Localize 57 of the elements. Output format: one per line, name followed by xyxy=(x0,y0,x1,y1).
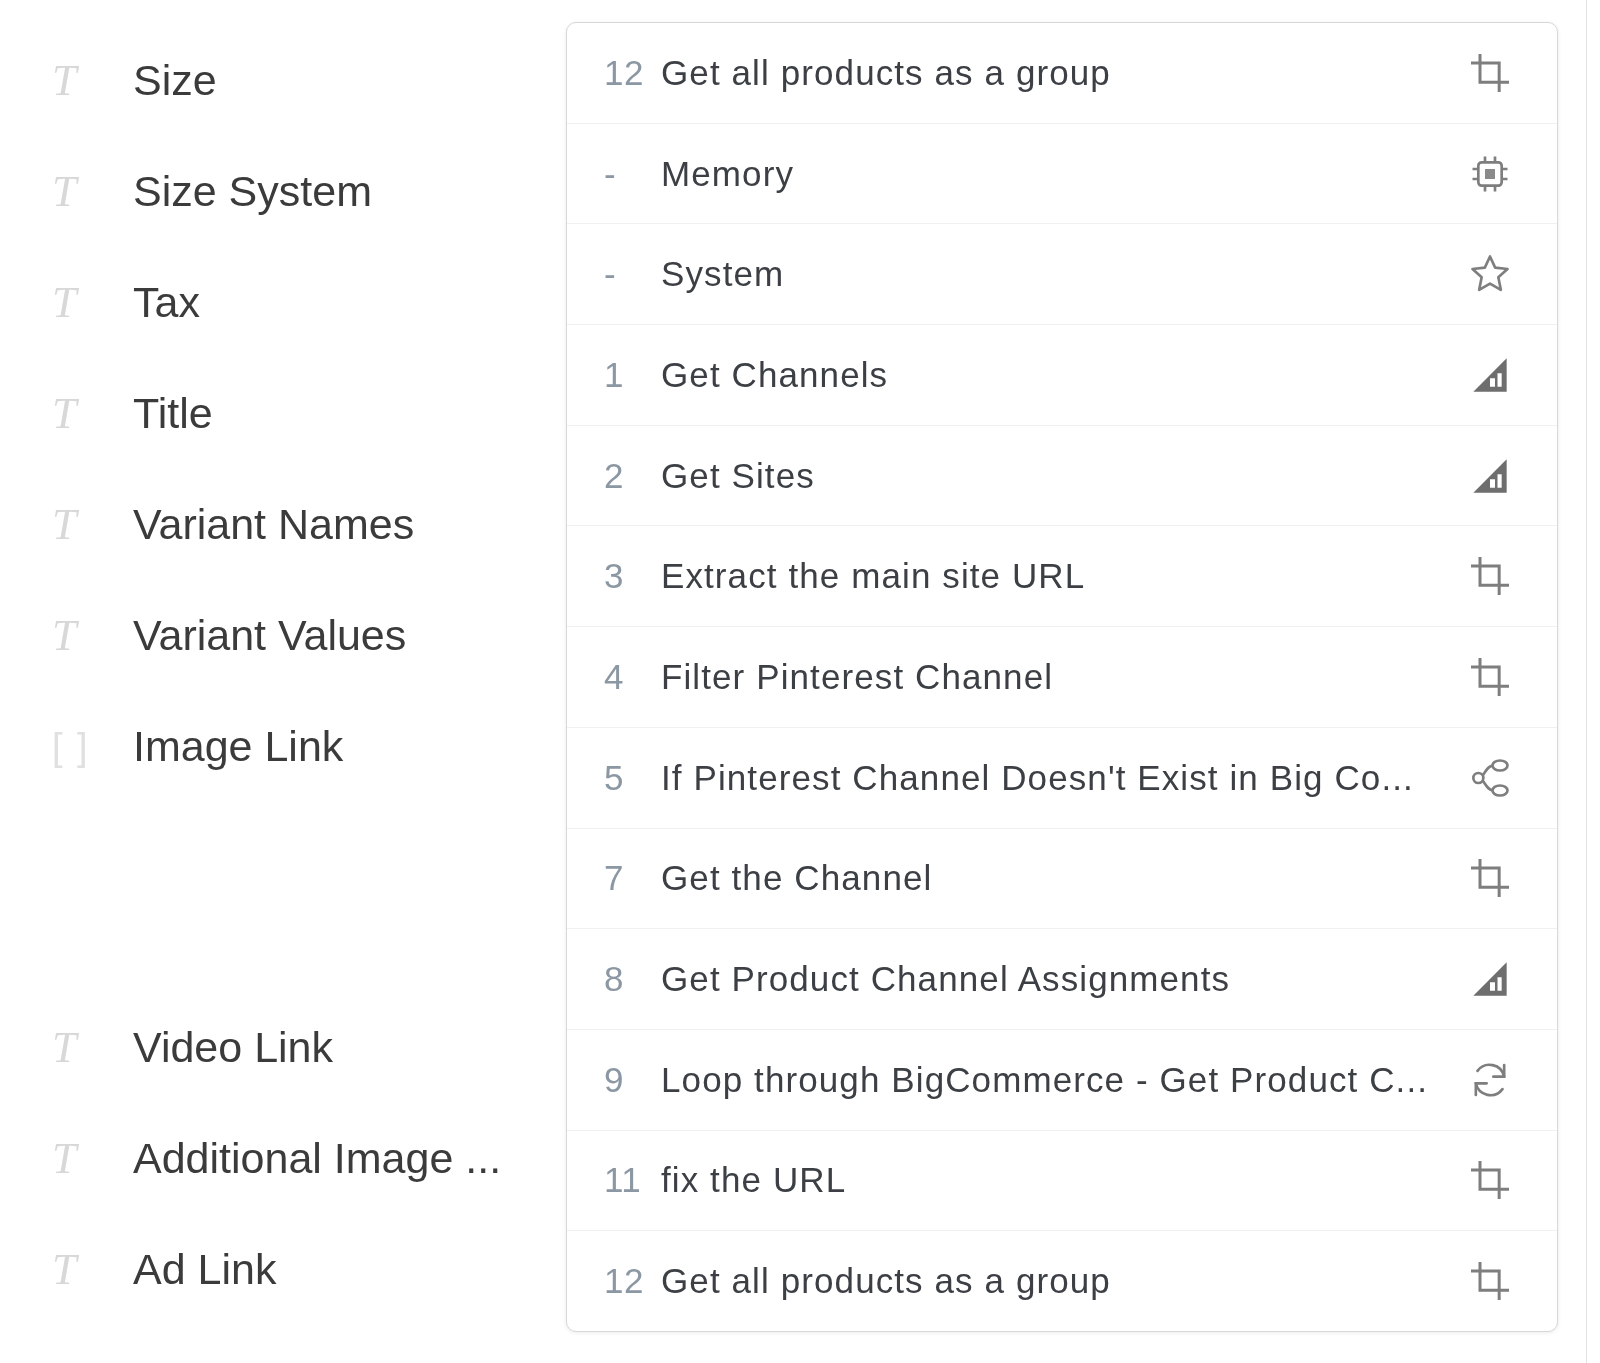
step-label: System xyxy=(661,254,785,295)
step-number: 12 xyxy=(604,52,644,93)
step-label: Extract the main site URL xyxy=(661,556,1086,597)
field-label: Video Link xyxy=(133,1021,334,1073)
menu-item[interactable]: 4 Filter Pinterest Channel xyxy=(567,627,1557,728)
step-label: Get Sites xyxy=(661,455,815,496)
bracket-icon: [ ] xyxy=(52,727,90,766)
menu-item[interactable]: 2 Get Sites xyxy=(567,425,1557,527)
step-number: 12 xyxy=(604,1261,644,1302)
step-label: Loop through BigCommerce - Get Product C... xyxy=(661,1059,1429,1100)
step-number: - xyxy=(604,153,617,194)
step-label: Get Product Channel Assignments xyxy=(661,959,1231,1000)
step-number: 4 xyxy=(604,656,624,697)
field-label: Ad Link xyxy=(133,1243,277,1295)
field-label: Variant Names xyxy=(133,498,415,550)
step-label: Get Channels xyxy=(661,354,889,395)
menu-item[interactable]: 12 Get all products as a group xyxy=(567,1231,1557,1331)
step-number: 3 xyxy=(604,556,624,597)
field-label: Variant Values xyxy=(133,609,407,661)
step-number: 1 xyxy=(604,354,624,395)
step-number: 8 xyxy=(604,959,624,1000)
step-label: If Pinterest Channel Doesn't Exist in Big Co... xyxy=(661,757,1414,798)
menu-item[interactable]: 5 If Pinterest Channel Doesn't Exist in Big Co... xyxy=(567,727,1557,829)
menu-item[interactable]: 11 fix the URL xyxy=(567,1130,1557,1232)
menu-item[interactable]: 12 Get all products as a group xyxy=(567,23,1557,124)
crop-icon xyxy=(1470,1160,1510,1201)
crop-icon xyxy=(1470,858,1510,899)
menu-item[interactable]: 1 Get Channels xyxy=(567,325,1557,426)
field-label: Tax xyxy=(133,276,200,328)
field-label: Size System xyxy=(133,165,372,217)
crop-icon xyxy=(1470,52,1510,93)
step-number: 7 xyxy=(604,858,624,899)
menu-item[interactable]: - System xyxy=(567,224,1557,326)
field-label: Additional Image ... xyxy=(133,1132,502,1184)
step-number: - xyxy=(604,254,617,295)
step-label: Filter Pinterest Channel xyxy=(661,656,1054,697)
field-label: Size xyxy=(133,54,217,106)
step-number: 11 xyxy=(604,1160,642,1201)
step-label: Get all products as a group xyxy=(661,1261,1111,1302)
step-label: Memory xyxy=(661,153,794,194)
crop-icon xyxy=(1470,656,1510,697)
crop-icon xyxy=(1470,556,1510,597)
step-label: Get the Channel xyxy=(661,858,933,899)
menu-item[interactable]: 9 Loop through BigCommerce - Get Product C... xyxy=(567,1029,1557,1131)
field-label: Title xyxy=(133,387,213,439)
menu-item[interactable]: 3 Extract the main site URL xyxy=(567,526,1557,628)
step-number: 5 xyxy=(604,757,624,798)
step-label: fix the URL xyxy=(661,1160,847,1201)
step-label: Get all products as a group xyxy=(661,52,1111,93)
menu-item[interactable]: 7 Get the Channel xyxy=(567,828,1557,930)
branch-icon xyxy=(1470,757,1510,798)
step-number: 2 xyxy=(604,455,624,496)
field-label: Image Link xyxy=(133,720,344,772)
menu-item[interactable]: 8 Get Product Channel Assignments xyxy=(567,929,1557,1030)
crop-icon xyxy=(1470,1261,1510,1302)
step-number: 9 xyxy=(604,1059,624,1100)
menu-item[interactable]: - Memory xyxy=(567,123,1557,225)
